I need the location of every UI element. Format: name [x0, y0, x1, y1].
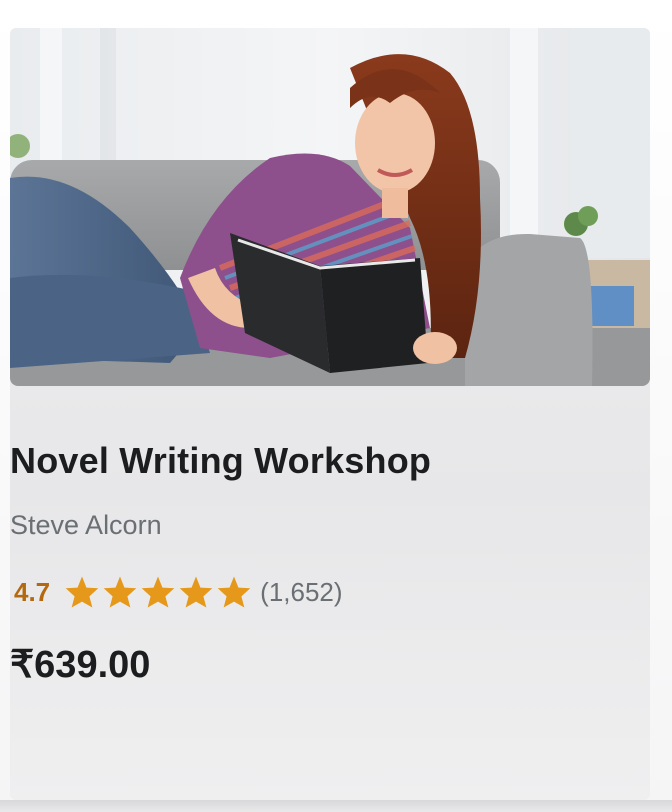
star-icon — [217, 576, 251, 608]
page: Novel Writing Workshop Steve Alcorn 4.7 … — [0, 0, 672, 812]
star-icon — [65, 576, 99, 608]
instructor-name: Steve Alcorn — [10, 510, 162, 540]
course-price: ₹639.00 — [10, 644, 151, 686]
course-card[interactable]: Novel Writing Workshop Steve Alcorn 4.7 … — [10, 28, 650, 800]
star-icon — [141, 576, 175, 608]
rating-stars — [64, 575, 252, 609]
course-title[interactable]: Novel Writing Workshop — [10, 440, 431, 482]
bottom-edge — [0, 800, 672, 812]
star-icon — [103, 576, 137, 608]
rating-value: 4.7 — [14, 576, 51, 607]
course-thumbnail-image — [10, 28, 650, 386]
rating-count: (1,652) — [260, 576, 343, 607]
rating-row: 4.7 (1,652) — [14, 572, 343, 612]
star-icon — [179, 576, 213, 608]
course-thumbnail[interactable] — [10, 28, 650, 386]
